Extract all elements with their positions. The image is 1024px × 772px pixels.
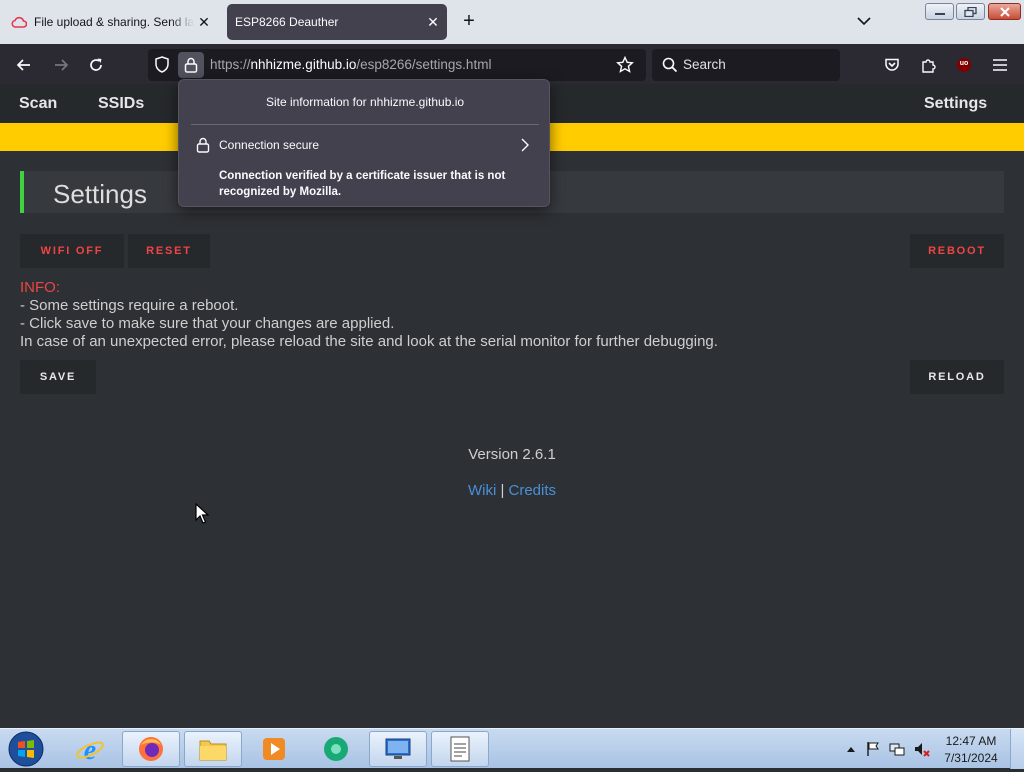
nav-settings[interactable]: Settings	[924, 95, 987, 113]
reboot-button[interactable]: REBOOT	[910, 234, 1004, 268]
search-icon	[662, 57, 678, 78]
reload-icon[interactable]	[83, 52, 109, 78]
notepad-icon[interactable]	[431, 731, 489, 767]
close-tab-icon[interactable]: ✕	[194, 12, 214, 32]
show-desktop-button[interactable]	[1010, 729, 1024, 769]
info-text: INFO: - Some settings require a reboot. …	[20, 279, 718, 351]
url-scheme: https://	[210, 57, 251, 72]
site-information-popup: Site information for nhhizme.github.io C…	[178, 79, 550, 207]
action-center-flag-icon[interactable]	[865, 741, 881, 757]
app-icon[interactable]	[307, 731, 365, 767]
info-label: INFO:	[20, 279, 60, 296]
pocket-icon[interactable]	[879, 52, 905, 78]
save-button[interactable]: SAVE	[20, 360, 96, 394]
info-line: - Some settings require a reboot.	[20, 297, 239, 314]
lock-icon[interactable]	[178, 52, 204, 78]
browser-toolbar: https://nhhizme.github.io/esp8266/settin…	[0, 44, 1024, 84]
tab-title: File upload & sharing. Send large files	[34, 15, 194, 29]
taskbar: e 12:47 AM 7/31/2024	[0, 728, 1024, 769]
lock-icon	[196, 137, 210, 158]
tab-file-upload[interactable]: File upload & sharing. Send large files …	[4, 4, 218, 40]
nav-ssids[interactable]: SSIDs	[98, 95, 144, 113]
extension-badge: uo	[959, 60, 969, 67]
clock-time[interactable]: 12:47 AM	[940, 734, 1002, 748]
version-text: Version 2.6.1	[468, 446, 556, 463]
list-tabs-chevron-icon[interactable]	[855, 12, 873, 30]
credits-link[interactable]: Credits	[509, 482, 557, 499]
forward-arrow-icon[interactable]	[48, 52, 74, 78]
remote-desktop-icon[interactable]	[369, 731, 427, 767]
cloud-icon	[10, 13, 28, 31]
tab-esp8266-deauther[interactable]: ESP8266 Deauther ✕	[227, 4, 447, 40]
reload-button[interactable]: RELOAD	[910, 360, 1004, 394]
info-line: In case of an unexpected error, please r…	[20, 333, 718, 350]
nav-scan[interactable]: Scan	[19, 95, 57, 113]
minimize-window-button[interactable]	[925, 3, 954, 20]
url-path: /esp8266/settings.html	[356, 57, 492, 72]
show-hidden-icons-icon[interactable]	[843, 741, 859, 757]
firefox-icon[interactable]	[122, 731, 180, 767]
wifi-off-button[interactable]: WIFI OFF	[20, 234, 124, 268]
browser-tab-bar: File upload & sharing. Send large files …	[0, 0, 1024, 44]
bookmark-star-icon[interactable]	[616, 55, 634, 79]
connection-detail: Connection verified by a certificate iss…	[219, 170, 506, 198]
close-tab-icon[interactable]: ✕	[423, 12, 443, 32]
internet-explorer-icon[interactable]: e	[61, 731, 119, 767]
shield-icon[interactable]	[154, 56, 170, 78]
new-tab-button[interactable]: +	[458, 10, 480, 32]
reset-button[interactable]: RESET	[128, 234, 210, 268]
page-title: Settings	[53, 179, 147, 209]
network-icon[interactable]	[889, 741, 905, 757]
url-text: https://nhhizme.github.io/esp8266/settin…	[210, 57, 491, 72]
media-player-icon[interactable]	[245, 731, 303, 767]
link-separator: |	[496, 482, 509, 499]
restore-window-button[interactable]	[956, 3, 985, 20]
start-button[interactable]	[6, 731, 46, 767]
wiki-link[interactable]: Wiki	[468, 482, 496, 499]
ublock-origin-icon[interactable]: uo	[951, 52, 977, 78]
search-input[interactable]: Search	[652, 49, 840, 81]
url-host: nhhizme.github.io	[250, 57, 357, 72]
search-placeholder: Search	[683, 57, 726, 72]
popup-title: Site information for nhhizme.github.io	[265, 95, 465, 109]
mouse-cursor-icon	[195, 502, 210, 530]
hamburger-menu-icon[interactable]	[987, 52, 1013, 78]
close-window-button[interactable]	[988, 3, 1021, 20]
divider	[191, 124, 539, 125]
back-arrow-icon[interactable]	[11, 52, 37, 78]
svg-text:e: e	[84, 735, 96, 764]
footer-links: Wiki | Credits	[0, 482, 1024, 499]
clock-date[interactable]: 7/31/2024	[940, 751, 1002, 765]
volume-muted-icon[interactable]	[914, 741, 930, 757]
info-line: - Click save to make sure that your chan…	[20, 315, 395, 332]
url-bar[interactable]: https://nhhizme.github.io/esp8266/settin…	[148, 49, 646, 81]
chevron-right-icon[interactable]	[519, 137, 531, 158]
connection-secure-item[interactable]: Connection secure	[219, 138, 319, 152]
extensions-puzzle-icon[interactable]	[915, 52, 941, 78]
tab-title: ESP8266 Deauther	[235, 15, 339, 29]
file-explorer-icon[interactable]	[184, 731, 242, 767]
